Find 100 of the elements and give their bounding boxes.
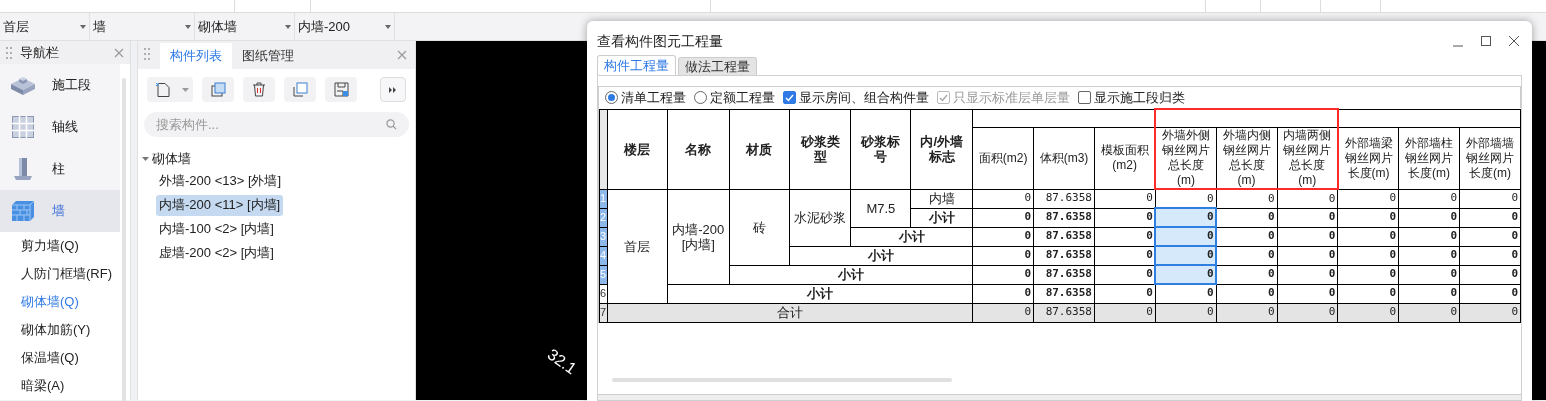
table-cell[interactable]: 0	[1459, 246, 1521, 265]
copy-button[interactable]	[202, 77, 234, 102]
nav-item[interactable]: 人防门框墙(RF)	[0, 260, 130, 288]
table-cell[interactable]: 0	[972, 189, 1034, 208]
table-cell[interactable]: 87.6358	[1033, 189, 1095, 208]
table-cell[interactable]: 87.6358	[1033, 303, 1095, 322]
search-icon[interactable]	[386, 119, 397, 130]
drag-handle-icon[interactable]	[6, 46, 12, 59]
nav-category[interactable]: 柱	[0, 148, 120, 190]
table-cell[interactable]: 0	[972, 303, 1034, 322]
table-cell[interactable]: 0	[1398, 265, 1460, 284]
table-cell[interactable]: 87.6358	[1033, 265, 1095, 284]
table-cell[interactable]: 87.6358	[1033, 246, 1095, 265]
row-number[interactable]: 7	[599, 303, 608, 322]
table-cell[interactable]: 87.6358	[1033, 227, 1095, 246]
table-cell[interactable]: 0	[1094, 284, 1156, 303]
nav-category[interactable]: 墙	[0, 190, 120, 232]
table-cell[interactable]: 0	[1459, 227, 1521, 246]
table-cell[interactable]: 0	[1216, 284, 1277, 303]
table-cell[interactable]: 0	[1277, 227, 1338, 246]
table-cell[interactable]: 0	[1155, 303, 1217, 322]
new-button[interactable]	[147, 77, 193, 102]
table-cell[interactable]: 0	[1459, 208, 1521, 227]
table-cell[interactable]: 0	[1337, 208, 1399, 227]
nav-item[interactable]: 砌体墙(Q)	[0, 288, 130, 316]
radio-button[interactable]	[694, 91, 707, 104]
table-cell[interactable]: 0	[1277, 189, 1338, 208]
nav-item[interactable]: 保温墙(Q)	[0, 344, 130, 372]
table-cell[interactable]: 0	[1398, 208, 1460, 227]
table-cell[interactable]: 0	[1459, 265, 1521, 284]
table-cell[interactable]: 0	[1459, 284, 1521, 303]
caret-icon	[385, 24, 391, 29]
table-cell[interactable]: 0	[1277, 284, 1338, 303]
table-cell[interactable]: 0	[1337, 246, 1399, 265]
checkbox[interactable]	[1078, 91, 1091, 104]
table-cell[interactable]: 0	[1155, 284, 1217, 303]
nav-item[interactable]: 剪力墙(Q)	[0, 232, 130, 260]
dialog-tab[interactable]: 构件工程量	[597, 55, 676, 75]
panel-tab[interactable]: 构件列表	[160, 43, 232, 69]
radio-button[interactable]	[605, 91, 618, 104]
table-cell[interactable]: 0	[1216, 246, 1277, 265]
table-cell[interactable]: 0	[1216, 265, 1277, 284]
panel-tab[interactable]: 图纸管理	[232, 43, 304, 69]
table-cell[interactable]: 0	[972, 208, 1034, 227]
table-cell[interactable]: 0	[1459, 189, 1521, 208]
table-cell[interactable]: 0	[1398, 227, 1460, 246]
tree-group[interactable]: 砌体墙	[142, 149, 411, 169]
table-cell[interactable]: 0	[1398, 246, 1460, 265]
table-cell[interactable]: 0	[1337, 189, 1399, 208]
table-cell[interactable]: 0	[972, 246, 1034, 265]
dropdown[interactable]: 首层	[0, 13, 90, 40]
table-cell[interactable]: 0	[1337, 227, 1399, 246]
table-cell[interactable]: 0	[972, 284, 1034, 303]
caret-icon[interactable]	[182, 87, 189, 92]
search-field[interactable]: 搜索构件...	[144, 112, 409, 137]
table-cell[interactable]: 0	[1337, 303, 1399, 322]
nav-category[interactable]: 施工段	[0, 64, 120, 106]
table-cell[interactable]: 0	[1398, 189, 1460, 208]
table-cell[interactable]: 0	[1277, 246, 1338, 265]
more-button[interactable]	[380, 77, 406, 102]
nav-item[interactable]: 暗梁(A)	[0, 372, 130, 400]
table-cell[interactable]: 0	[1459, 303, 1521, 322]
table-cell[interactable]: 0	[1094, 303, 1156, 322]
nav-item[interactable]: 砌体加筋(Y)	[0, 316, 130, 344]
table-cell[interactable]: 0	[1094, 189, 1156, 208]
table-cell[interactable]: 87.6358	[1033, 284, 1095, 303]
expand-caret-icon[interactable]	[142, 157, 149, 161]
brick-wall-icon	[11, 200, 35, 222]
table-cell[interactable]: 0	[1216, 227, 1277, 246]
table-cell[interactable]: 0	[1216, 189, 1277, 208]
table-cell[interactable]: 0	[1277, 208, 1338, 227]
tree-item[interactable]: 虚墙-200 <2> [内墙]	[156, 242, 277, 264]
dropdown[interactable]: 砌体墙	[195, 13, 295, 40]
checkbox[interactable]	[783, 91, 796, 104]
tree-item[interactable]: 内墙-100 <2> [内墙]	[156, 218, 277, 240]
delete-button[interactable]	[243, 77, 275, 102]
table-cell[interactable]: 0	[1337, 284, 1399, 303]
dropdown[interactable]: 内墙-200	[295, 13, 395, 40]
close-icon[interactable]	[1508, 35, 1520, 47]
table-cell[interactable]: 0	[1398, 284, 1460, 303]
maximize-icon[interactable]	[1480, 35, 1492, 47]
table-cell[interactable]: 0	[1337, 265, 1399, 284]
drag-handle-icon[interactable]	[144, 48, 150, 60]
copy-to-floor-button[interactable]	[284, 77, 316, 102]
table-cell[interactable]: 0	[1398, 303, 1460, 322]
table-cell[interactable]: 87.6358	[1033, 208, 1095, 227]
table-cell[interactable]: 0	[972, 227, 1034, 246]
table-cell[interactable]: 0	[1216, 208, 1277, 227]
table-cell[interactable]: 0	[1155, 265, 1217, 284]
row-number[interactable]: 6	[599, 284, 608, 303]
nav-category[interactable]: 轴线	[0, 106, 120, 148]
table-cell[interactable]: 0	[1277, 265, 1338, 284]
table-cell[interactable]: 0	[1277, 303, 1338, 322]
table-cell[interactable]: 0	[972, 265, 1034, 284]
table-cell[interactable]: 0	[1216, 303, 1277, 322]
dialog-tab[interactable]: 做法工程量	[678, 57, 757, 75]
dropdown[interactable]: 墙	[90, 13, 195, 40]
tree-item[interactable]: 外墙-200 <13> [外墙]	[156, 170, 285, 192]
save-button[interactable]	[325, 77, 357, 102]
tree-item[interactable]: 内墙-200 <11> [内墙]	[156, 194, 284, 216]
